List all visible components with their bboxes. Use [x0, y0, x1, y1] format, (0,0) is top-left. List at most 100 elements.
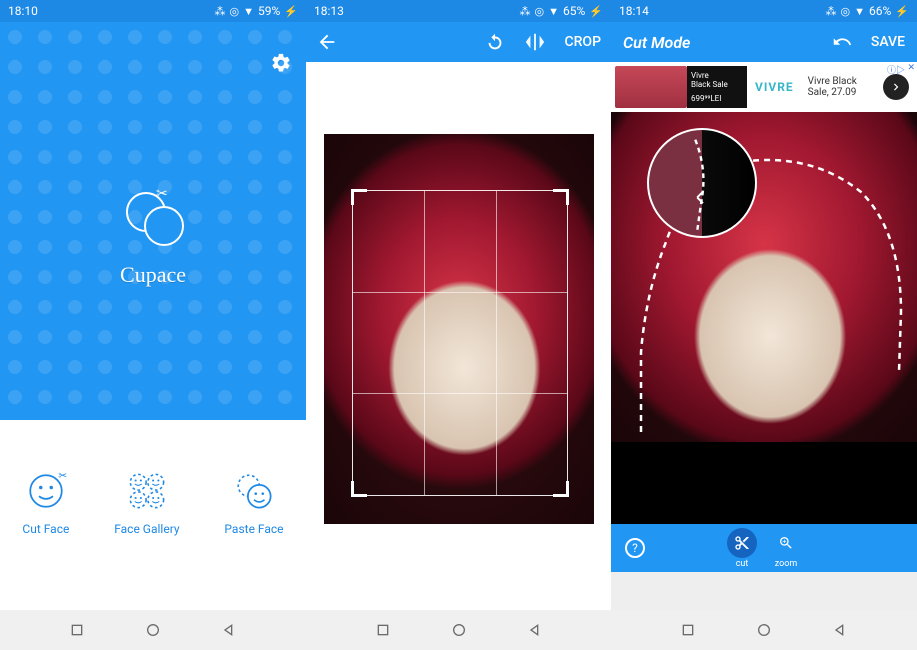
- flip-button[interactable]: [524, 31, 546, 53]
- crop-canvas[interactable]: [306, 62, 611, 620]
- navbar-2: [306, 610, 612, 650]
- app-logo: ✂ Cupace: [118, 192, 188, 288]
- back-button[interactable]: [832, 622, 848, 638]
- rotate-icon: [484, 31, 506, 53]
- scissors-icon: [734, 535, 750, 551]
- wifi-icon: ▼: [243, 5, 254, 18]
- status-time: 18:14: [619, 4, 649, 18]
- triangle-left-icon: [832, 622, 848, 638]
- recents-button[interactable]: [375, 622, 391, 638]
- ad-text: Vivre Black Sale, 27.09: [802, 76, 883, 98]
- cut-appbar: Cut Mode SAVE: [611, 22, 917, 62]
- home-button[interactable]: [145, 622, 161, 638]
- ad-dark-panel: Vivre Black Sale 699⁹⁹LEI: [687, 66, 747, 108]
- cut-toolbar: ? cut zoom: [611, 524, 917, 572]
- navbar-3: [611, 610, 917, 650]
- charging-icon: ⚡: [589, 5, 603, 18]
- status-right: ⁂ ◎ ▼ 59% ⚡: [215, 4, 298, 18]
- magnifier: [647, 128, 757, 238]
- wifi-icon: ▼: [548, 5, 559, 18]
- home-hero: ✂ Cupace: [0, 22, 306, 420]
- bluetooth-icon: ⁂: [215, 5, 226, 18]
- zoom-tool-label: zoom: [775, 559, 798, 569]
- android-navbars: [0, 610, 917, 650]
- back-button[interactable]: [527, 622, 543, 638]
- cut-face-icon: ✂: [25, 470, 67, 512]
- status-bar: 18:10 ⁂ ◎ ▼ 59% ⚡: [0, 0, 306, 22]
- status-time: 18:10: [8, 4, 38, 18]
- back-button[interactable]: [221, 622, 237, 638]
- crop-button[interactable]: CROP: [564, 34, 601, 50]
- triangle-left-icon: [527, 622, 543, 638]
- ad-line2: Black Sale: [691, 80, 743, 90]
- paste-face-button[interactable]: Paste Face: [224, 470, 283, 536]
- undo-button[interactable]: [831, 31, 853, 53]
- paste-face-icon: [233, 470, 275, 512]
- status-bar: 18:14 ⁂ ◎ ▼ 66% ⚡: [611, 0, 917, 22]
- circle-icon: [756, 622, 772, 638]
- rotate-button[interactable]: [484, 31, 506, 53]
- status-time: 18:13: [314, 4, 344, 18]
- vibrate-icon: ◎: [841, 5, 851, 18]
- charging-icon: ⚡: [284, 5, 298, 18]
- crop-handle-bl[interactable]: [351, 481, 367, 497]
- face-gallery-icon: [126, 470, 168, 512]
- logo-faces-icon: ✂: [118, 192, 188, 252]
- zoom-icon: [778, 535, 794, 551]
- square-icon: [375, 622, 391, 638]
- gear-icon: [270, 52, 292, 74]
- cut-tool-label: cut: [736, 559, 749, 569]
- charging-icon: ⚡: [895, 5, 909, 18]
- crop-handle-tr[interactable]: [553, 189, 569, 205]
- face-gallery-label: Face Gallery: [114, 522, 179, 536]
- app-name: Cupace: [120, 262, 186, 288]
- status-right: ⁂ ◎ ▼ 65% ⚡: [520, 4, 603, 18]
- flip-icon: [524, 31, 546, 53]
- screen-crop: 18:13 ⁂ ◎ ▼ 65% ⚡ CR: [306, 0, 611, 620]
- ad-thumbnail: [615, 66, 687, 108]
- recents-button[interactable]: [680, 622, 696, 638]
- svg-text:✂: ✂: [58, 470, 67, 482]
- recents-button[interactable]: [69, 622, 85, 638]
- undo-icon: [831, 31, 853, 53]
- crop-appbar: CROP: [306, 22, 611, 62]
- face-gallery-button[interactable]: Face Gallery: [114, 470, 179, 536]
- paste-face-label: Paste Face: [224, 522, 283, 536]
- status-battery: 65%: [563, 4, 585, 18]
- crop-frame[interactable]: [352, 190, 568, 496]
- square-icon: [69, 622, 85, 638]
- settings-button[interactable]: [270, 52, 292, 74]
- cut-tool-button[interactable]: cut: [727, 528, 757, 569]
- ad-close-icon[interactable]: ✕: [907, 63, 915, 73]
- crop-handle-br[interactable]: [553, 481, 569, 497]
- zoom-tool-button[interactable]: zoom: [771, 528, 801, 569]
- cut-face-label: Cut Face: [22, 522, 69, 536]
- navbar-1: [0, 610, 306, 650]
- wifi-icon: ▼: [854, 5, 865, 18]
- ad-brand: VIVRE: [747, 62, 802, 112]
- crop-handle-tl[interactable]: [351, 189, 367, 205]
- ad-banner[interactable]: Vivre Black Sale 699⁹⁹LEI VIVRE Vivre Bl…: [611, 62, 917, 112]
- home-actions: ✂ Cut Face Face G: [0, 420, 306, 620]
- vibrate-icon: ◎: [535, 5, 545, 18]
- help-button[interactable]: ?: [625, 538, 645, 558]
- back-button[interactable]: [316, 31, 338, 53]
- circle-icon: [451, 622, 467, 638]
- circle-icon: [145, 622, 161, 638]
- ad-arrow-button[interactable]: [883, 74, 909, 100]
- square-icon: [680, 622, 696, 638]
- home-button[interactable]: [451, 622, 467, 638]
- triangle-left-icon: [221, 622, 237, 638]
- ad-info-icon[interactable]: ⓘ▷: [887, 63, 905, 76]
- status-right: ⁂ ◎ ▼ 66% ⚡: [826, 4, 909, 18]
- vibrate-icon: ◎: [230, 5, 240, 18]
- cut-canvas[interactable]: ? cut zoom: [611, 112, 917, 572]
- ad-line1: Vivre: [691, 71, 743, 81]
- status-battery: 66%: [869, 4, 891, 18]
- arrow-left-icon: [316, 31, 338, 53]
- screen-home: 18:10 ⁂ ◎ ▼ 59% ⚡ ✂ Cupace: [0, 0, 306, 620]
- cut-face-button[interactable]: ✂ Cut Face: [22, 470, 69, 536]
- ad-price: 699⁹⁹LEI: [691, 94, 743, 104]
- save-button[interactable]: SAVE: [871, 34, 905, 50]
- home-button[interactable]: [756, 622, 772, 638]
